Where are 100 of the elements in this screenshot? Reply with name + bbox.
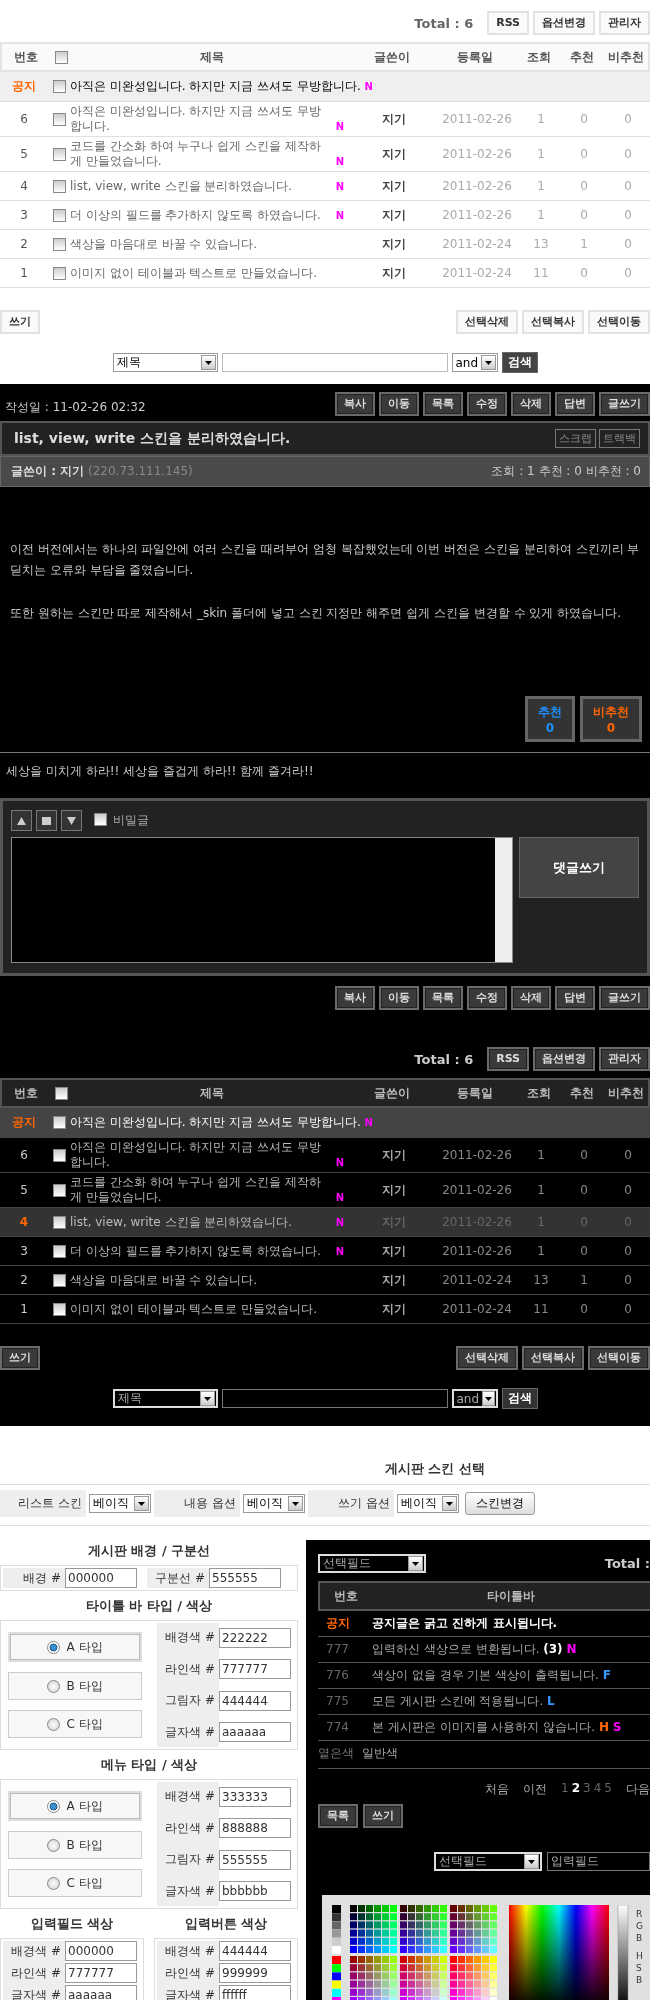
color-field[interactable]: 444444 xyxy=(219,1941,291,1961)
color-field[interactable]: aaaaaa xyxy=(65,1985,137,2000)
type-option[interactable]: A 타입 xyxy=(8,1632,142,1662)
button[interactable]: 선택삭제 xyxy=(456,1346,518,1370)
page-link[interactable]: 4 xyxy=(593,1781,602,1798)
table-row[interactable]: 777 입력하신 색상으로 변환됩니다. (3) N xyxy=(318,1637,650,1663)
button[interactable]: 답변 xyxy=(555,986,595,1010)
dropdown[interactable]: 제목 xyxy=(112,353,218,372)
table-row[interactable]: 1 이미지 없이 테이블과 텍스트로 만들었습니다. 지기 2011-02-24 11 0 0 xyxy=(0,259,650,288)
button[interactable]: 목록 xyxy=(423,986,463,1010)
color-field[interactable]: 777777 xyxy=(65,1963,137,1983)
button[interactable]: 쓰기 xyxy=(363,1804,403,1828)
table-row[interactable]: 공지 공지글은 굵고 진하게 표시됩니다. xyxy=(318,1611,650,1637)
button[interactable]: 이동 xyxy=(379,392,419,416)
button[interactable]: 선택이동 xyxy=(588,1346,650,1370)
page-link[interactable]: 2 xyxy=(571,1781,581,1798)
checkbox[interactable] xyxy=(52,147,66,161)
post-title[interactable]: 아직은 미완성입니다. 하지만 지금 쓰셔도 무방합니다. xyxy=(70,1140,332,1170)
type-option[interactable]: B 타입 xyxy=(8,1831,142,1859)
search-field[interactable] xyxy=(221,353,448,372)
post-title[interactable]: list, view, write 스킨을 분리하였습니다. xyxy=(70,178,332,194)
type-option[interactable]: C 타입 xyxy=(8,1710,142,1738)
page-link[interactable]: 5 xyxy=(604,1781,612,1798)
button[interactable]: 쓰기 xyxy=(0,1346,40,1370)
checkbox[interactable] xyxy=(52,1215,66,1229)
down-button[interactable] xyxy=(61,810,82,831)
button[interactable]: 옵션변경 xyxy=(533,1047,595,1071)
button[interactable]: 선택복사 xyxy=(522,310,584,334)
checkbox[interactable] xyxy=(52,1244,66,1258)
button[interactable]: 쓰기 xyxy=(0,310,40,334)
color-field[interactable]: bbbbbb xyxy=(219,1881,291,1902)
checkbox[interactable] xyxy=(54,50,68,64)
color-field[interactable]: 555555 xyxy=(219,1849,291,1870)
search-field[interactable] xyxy=(221,1389,448,1408)
button[interactable]: 글쓰기 xyxy=(599,392,650,416)
color-field[interactable]: 444444 xyxy=(219,1690,291,1711)
post-title[interactable]: list, view, write 스킨을 분리하였습니다. xyxy=(70,1214,332,1230)
post-title[interactable]: 아직은 미완성입니다. 하지만 지금 쓰셔도 무방합니다. xyxy=(70,1115,361,1130)
post-title[interactable]: 코드를 간소화 하여 누구나 쉽게 스킨을 제작하게 만들었습니다. xyxy=(70,139,332,169)
post-title[interactable]: 본 게시판은 이미지를 사용하지 않습니다. xyxy=(372,1720,596,1734)
comment-field[interactable] xyxy=(11,837,514,963)
color-field[interactable]: aaaaaa xyxy=(219,1722,291,1743)
button[interactable]: 선택이동 xyxy=(588,310,650,334)
dropdown[interactable]: 베이직 xyxy=(243,1494,305,1513)
post-title[interactable]: 모든 게시판 스킨에 적용됩니다. xyxy=(372,1694,544,1708)
color-field[interactable]: 000000 xyxy=(65,1568,137,1588)
color-field[interactable]: 888888 xyxy=(219,1818,291,1839)
checkbox[interactable] xyxy=(52,237,66,251)
search-button[interactable]: 검색 xyxy=(501,352,538,373)
type-option[interactable]: A 타입 xyxy=(8,1791,142,1821)
dropdown[interactable]: and xyxy=(451,353,498,372)
color-field[interactable]: ffffff xyxy=(219,1985,291,2000)
color-field[interactable]: 555555 xyxy=(209,1568,281,1588)
button[interactable]: 글쓰기 xyxy=(599,986,650,1010)
post-title[interactable]: 아직은 미완성입니다. 하지만 지금 쓰셔도 무방합니다. xyxy=(70,79,361,94)
table-row[interactable]: 775 모든 게시판 스킨에 적용됩니다. L xyxy=(318,1689,650,1715)
page-link[interactable]: 3 xyxy=(583,1781,591,1798)
table-row[interactable]: 2 색상을 마음대로 바꿀 수 있습니다. 지기 2011-02-24 13 1 0 xyxy=(0,1266,650,1295)
square-button[interactable] xyxy=(36,810,57,831)
table-row[interactable]: 2 색상을 마음대로 바꿀 수 있습니다. 지기 2011-02-24 13 1 0 xyxy=(0,230,650,259)
checkbox[interactable] xyxy=(52,1273,66,1287)
up-button[interactable] xyxy=(11,810,32,831)
table-row[interactable]: 공지 아직은 미완성입니다. 하지만 지금 쓰셔도 무방합니다. N xyxy=(0,72,650,102)
button[interactable]: 삭제 xyxy=(511,392,551,416)
checkbox[interactable] xyxy=(52,179,66,193)
post-title[interactable]: 더 이상의 필드를 추가하지 않도록 하였습니다. xyxy=(70,1243,332,1259)
button[interactable]: 수정 xyxy=(467,986,507,1010)
color-picker-drawing[interactable] xyxy=(332,1905,630,2000)
dropdown[interactable]: 베이직 xyxy=(89,1494,151,1513)
table-row[interactable]: 공지 아직은 미완성입니다. 하지만 지금 쓰셔도 무방합니다. N xyxy=(0,1108,650,1138)
button[interactable]: 스크랩 xyxy=(555,429,596,448)
dropdown[interactable]: 선택필드 xyxy=(434,1852,542,1871)
button[interactable]: 복사 xyxy=(335,392,375,416)
button[interactable]: 복사 xyxy=(335,986,375,1010)
post-title[interactable]: 이미지 없이 테이블과 텍스트로 만들었습니다. xyxy=(70,1301,332,1317)
post-title[interactable]: 색상이 없을 경우 기본 색상이 출력됩니다. xyxy=(372,1668,599,1682)
table-row[interactable]: 3 더 이상의 필드를 추가하지 않도록 하였습니다. N 지기 2011-02-26 1 0 0 xyxy=(0,1237,650,1266)
checkbox[interactable] xyxy=(52,80,66,93)
checkbox[interactable] xyxy=(52,266,66,280)
page-link[interactable]: 1 xyxy=(561,1781,569,1798)
dropdown[interactable]: and xyxy=(451,1389,498,1408)
post-title[interactable]: 입력하신 색상으로 변환됩니다. xyxy=(372,1642,540,1656)
checkbox[interactable] xyxy=(52,1116,66,1129)
type-option[interactable]: C 타입 xyxy=(8,1869,142,1897)
table-row[interactable]: 6 아직은 미완성입니다. 하지만 지금 쓰셔도 무방합니다. N 지기 2011-02-26 1 0 0 xyxy=(0,1138,650,1173)
table-row[interactable]: 774 본 게시판은 이미지를 사용하지 않습니다. H S xyxy=(318,1715,650,1741)
dropdown[interactable]: 제목 xyxy=(112,1389,218,1408)
button[interactable]: 목록 xyxy=(423,392,463,416)
color-field[interactable]: 222222 xyxy=(219,1627,291,1648)
button[interactable]: 수정 xyxy=(467,392,507,416)
color-field[interactable]: 999999 xyxy=(219,1963,291,1983)
table-row[interactable]: 1 이미지 없이 테이블과 텍스트로 만들었습니다. 지기 2011-02-24 11 0 0 xyxy=(0,1295,650,1324)
button[interactable]: 옵션변경 xyxy=(533,11,595,35)
checkbox[interactable] xyxy=(52,1148,66,1162)
button[interactable]: RSS xyxy=(487,1047,529,1071)
checkbox[interactable] xyxy=(52,1183,66,1197)
first-link[interactable]: 처음 xyxy=(485,1781,510,1798)
checkbox[interactable] xyxy=(52,1302,66,1316)
table-row[interactable]: 3 더 이상의 필드를 추가하지 않도록 하였습니다. N 지기 2011-02-26 1 0 0 xyxy=(0,201,650,230)
table-row[interactable]: 6 아직은 미완성입니다. 하지만 지금 쓰셔도 무방합니다. N 지기 2011-02-26 1 0 0 xyxy=(0,102,650,137)
